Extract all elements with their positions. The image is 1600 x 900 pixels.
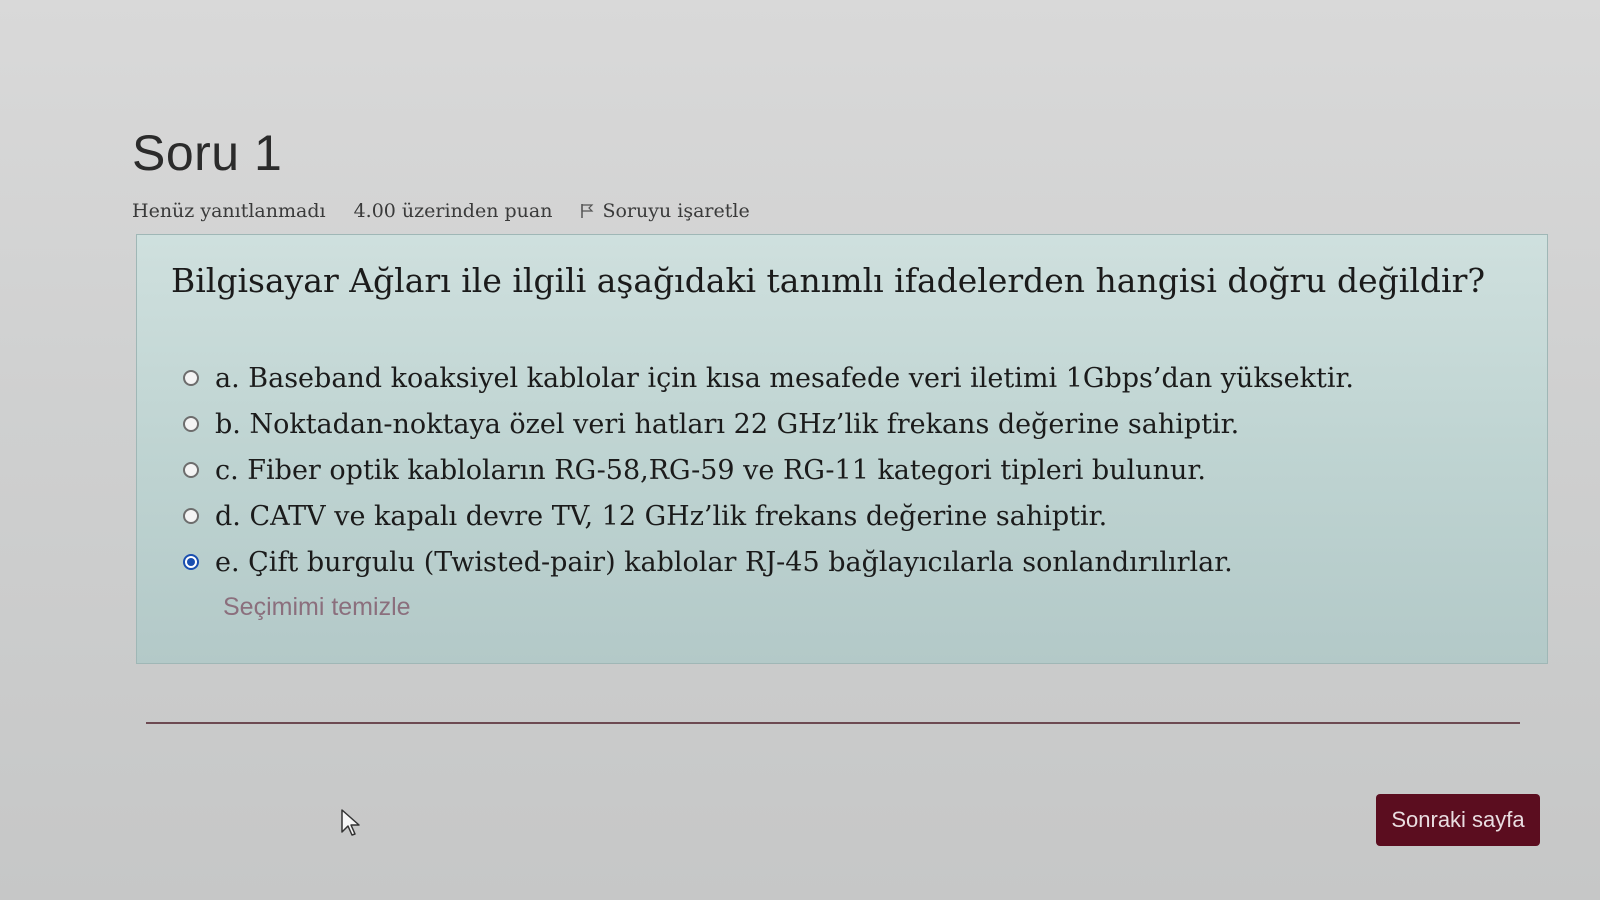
answer-label-c: c. Fiber optik kabloların RG-58,RG-59 ve… (215, 454, 1206, 486)
next-page-button[interactable]: Sonraki sayfa (1376, 794, 1540, 846)
question-points: 4.00 üzerinden puan (353, 200, 553, 222)
answer-list: a. Baseband koaksiyel kablolar için kısa… (183, 355, 1483, 585)
mouse-cursor-icon (341, 809, 360, 836)
flag-icon (581, 204, 594, 218)
question-status: Henüz yanıtlanmadı (132, 200, 326, 222)
clear-selection-link[interactable]: Seçimimi temizle (223, 593, 411, 622)
answer-option-d[interactable]: d. CATV ve kapalı devre TV, 12 GHz’lik f… (183, 493, 1483, 539)
answer-option-a[interactable]: a. Baseband koaksiyel kablolar için kısa… (183, 355, 1483, 401)
question-box: Bilgisayar Ağları ile ilgili aşağıdaki t… (136, 234, 1548, 664)
question-text: Bilgisayar Ağları ile ilgili aşağıdaki t… (171, 261, 1486, 300)
quiz-page: Soru 1 Henüz yanıtlanmadı 4.00 üzerinden… (0, 0, 1600, 900)
answer-radio-c[interactable] (183, 462, 199, 478)
divider (146, 722, 1520, 724)
answer-radio-d[interactable] (183, 508, 199, 524)
answer-label-a: a. Baseband koaksiyel kablolar için kısa… (215, 362, 1355, 394)
answer-label-e: e. Çift burgulu (Twisted-pair) kablolar … (215, 546, 1233, 578)
answer-option-e[interactable]: e. Çift burgulu (Twisted-pair) kablolar … (183, 539, 1483, 585)
answer-radio-b[interactable] (183, 416, 199, 432)
answer-label-d: d. CATV ve kapalı devre TV, 12 GHz’lik f… (215, 500, 1108, 532)
answer-label-b: b. Noktadan-noktaya özel veri hatları 22… (215, 408, 1240, 440)
flag-question-label: Soruyu işaretle (602, 200, 750, 222)
answer-radio-a[interactable] (183, 370, 199, 386)
question-info: Henüz yanıtlanmadı 4.00 üzerinden puan S… (132, 200, 750, 222)
answer-option-b[interactable]: b. Noktadan-noktaya özel veri hatları 22… (183, 401, 1483, 447)
answer-option-c[interactable]: c. Fiber optik kabloların RG-58,RG-59 ve… (183, 447, 1483, 493)
question-title: Soru 1 (132, 125, 283, 181)
flag-question-link[interactable]: Soruyu işaretle (580, 200, 750, 222)
answer-radio-e[interactable] (183, 554, 199, 570)
